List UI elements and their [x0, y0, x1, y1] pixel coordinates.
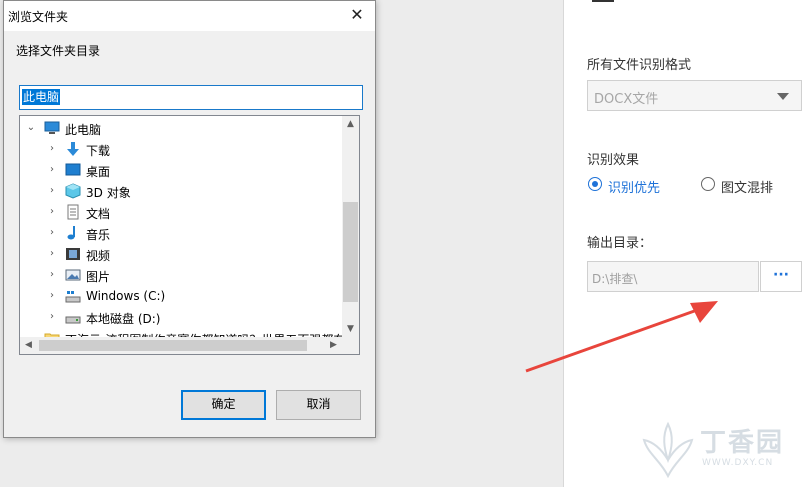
dialog-instruction: 选择文件夹目录 — [16, 44, 101, 58]
flower-logo-icon — [642, 421, 694, 478]
browse-button[interactable]: ··· — [760, 261, 802, 292]
close-icon[interactable]: ✕ — [343, 3, 371, 27]
tree-item-desktop[interactable]: › 桌面 — [20, 160, 343, 181]
scrollbar-thumb[interactable] — [39, 340, 307, 351]
chevron-right-icon[interactable]: › — [47, 311, 57, 323]
folder-tree[interactable]: ⌄ 此电脑 › 下载 › 桌面 › 3D 对象 › 文档 › 音乐 › 视频 ›… — [19, 115, 360, 355]
format-label: 所有文件识别格式 — [587, 58, 692, 73]
tree-item-documents[interactable]: › 文档 — [20, 202, 343, 223]
tree-item-3d-objects[interactable]: › 3D 对象 — [20, 181, 343, 202]
watermark-text: 丁香园 — [700, 428, 785, 458]
tree-vertical-scrollbar[interactable]: ▲ ▼ — [342, 116, 359, 338]
dialog-title: 浏览文件夹 — [8, 10, 69, 24]
cancel-button[interactable]: 取消 — [276, 390, 361, 420]
scroll-up-icon[interactable]: ▲ — [342, 116, 359, 133]
tree-item-drive-c[interactable]: › Windows (C:) — [20, 286, 343, 307]
folder-path-input[interactable]: 此电脑 — [19, 85, 363, 110]
tree-item-this-pc[interactable]: ⌄ 此电脑 — [20, 118, 343, 139]
effect-radio-mixed-label[interactable]: 图文混排 — [721, 177, 773, 196]
watermark-url: WWW.DXY.CN — [702, 458, 774, 468]
tree-item-downloads[interactable]: › 下载 — [20, 139, 343, 160]
tree-item-label: 本地磁盘 (D:) — [86, 312, 161, 326]
tree-item-label: 下载 — [86, 144, 111, 158]
pictures-icon — [65, 269, 81, 281]
watermark: 丁香园 WWW.DXY.CN — [640, 420, 800, 480]
windows-drive-icon — [65, 291, 81, 303]
scrollbar-corner — [342, 337, 359, 354]
red-arrow-annotation — [525, 301, 718, 373]
chevron-right-icon[interactable]: › — [47, 185, 57, 197]
music-icon — [67, 226, 75, 240]
tree-item-drive-d[interactable]: › 本地磁盘 (D:) — [20, 307, 343, 328]
download-icon — [67, 142, 79, 156]
output-path-input[interactable]: D:\排查\ — [587, 261, 759, 292]
chevron-right-icon[interactable]: › — [47, 269, 57, 281]
effect-radio-priority[interactable] — [588, 177, 602, 191]
tree-horizontal-scrollbar[interactable]: ◀ ▶ — [20, 337, 342, 354]
chevron-right-icon[interactable]: › — [47, 248, 57, 260]
tree-item-music[interactable]: › 音乐 — [20, 223, 343, 244]
desktop-icon — [65, 163, 81, 176]
effect-radio-mixed[interactable] — [701, 177, 715, 191]
effect-radio-priority-label[interactable]: 识别优先 — [608, 177, 660, 196]
tree-item-pictures[interactable]: › 图片 — [20, 265, 343, 286]
tree-item-label: 桌面 — [86, 165, 111, 179]
tree-item-videos[interactable]: › 视频 — [20, 244, 343, 265]
chevron-right-icon[interactable]: › — [47, 290, 57, 302]
scroll-left-icon[interactable]: ◀ — [20, 337, 37, 354]
chevron-down-icon — [777, 93, 789, 100]
panel-header-fragment — [592, 0, 614, 2]
local-disk-icon — [65, 316, 81, 324]
tree-item-label: 3D 对象 — [86, 186, 131, 200]
folder-path-value: 此电脑 — [22, 89, 61, 105]
tree-item-label: 音乐 — [86, 228, 111, 242]
output-label: 输出目录： — [587, 236, 653, 251]
tree-item-label: Windows (C:) — [86, 289, 166, 303]
tree-item-label: 视频 — [86, 249, 111, 263]
format-select-value: DOCX文件 — [594, 92, 659, 107]
chevron-down-icon[interactable]: ⌄ — [26, 122, 36, 134]
chevron-right-icon[interactable]: › — [47, 143, 57, 155]
tree-item-label: 此电脑 — [65, 123, 102, 137]
effect-label: 识别效果 — [587, 153, 640, 168]
scroll-down-icon[interactable]: ▼ — [342, 321, 359, 338]
scroll-right-icon[interactable]: ▶ — [325, 337, 342, 354]
format-select[interactable]: DOCX文件 — [587, 80, 802, 111]
documents-icon — [67, 204, 79, 220]
video-icon — [66, 248, 80, 260]
tree-item-label: 图片 — [86, 270, 111, 284]
output-path-value: D:\排查\ — [592, 272, 638, 286]
3d-objects-icon — [65, 183, 81, 199]
tree-item-label: 文档 — [86, 207, 111, 221]
chevron-right-icon[interactable]: › — [47, 227, 57, 239]
browse-folder-dialog: 浏览文件夹 ✕ 选择文件夹目录 此电脑 ⌄ 此电脑 › 下载 › 桌面 › 3D… — [3, 0, 376, 438]
chevron-right-icon[interactable]: › — [47, 206, 57, 218]
chevron-right-icon[interactable]: › — [47, 164, 57, 176]
dialog-titlebar: 浏览文件夹 ✕ — [4, 1, 375, 31]
computer-icon — [44, 121, 60, 134]
ok-button[interactable]: 确定 — [181, 390, 266, 420]
scrollbar-thumb[interactable] — [343, 202, 358, 302]
